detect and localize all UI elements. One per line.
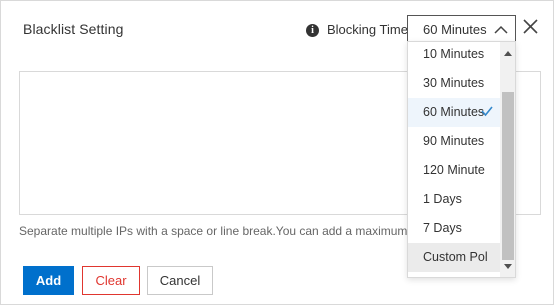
scrollbar-thumb[interactable] — [502, 92, 514, 260]
option-10-minutes[interactable]: 10 Minutes — [408, 42, 501, 69]
scroll-down-arrow-icon[interactable] — [504, 264, 512, 270]
info-icon: i — [306, 24, 319, 37]
select-value: 60 Minutes — [423, 22, 487, 37]
close-button[interactable] — [519, 15, 543, 39]
close-icon — [523, 19, 538, 34]
blacklist-setting-dialog: Blacklist Setting i Blocking Time 60 Min… — [0, 0, 554, 305]
ip-hint-text: Separate multiple IPs with a space or li… — [19, 224, 409, 238]
check-icon — [481, 106, 493, 117]
add-button[interactable]: Add — [23, 266, 74, 295]
blocking-time-select[interactable]: 60 Minutes — [407, 15, 516, 43]
cancel-button[interactable]: Cancel — [147, 266, 213, 295]
option-90-minutes[interactable]: 90 Minutes — [408, 127, 501, 156]
blocking-time-dropdown: 10 Minutes 30 Minutes 60 Minutes 90 Minu… — [407, 41, 516, 278]
option-1-days[interactable]: 1 Days — [408, 185, 501, 214]
option-custom-policy[interactable]: Custom Pol — [408, 243, 501, 272]
dropdown-scrollbar[interactable] — [500, 42, 515, 277]
option-7-days[interactable]: 7 Days — [408, 214, 501, 243]
option-30-minutes[interactable]: 30 Minutes — [408, 69, 501, 98]
option-60-minutes[interactable]: 60 Minutes — [408, 98, 501, 127]
chevron-up-icon — [494, 25, 508, 34]
option-60-minutes-label: 60 Minutes — [423, 105, 485, 119]
scroll-up-arrow-icon[interactable] — [504, 50, 512, 56]
dialog-title: Blacklist Setting — [23, 21, 124, 37]
option-120-minute[interactable]: 120 Minute — [408, 156, 501, 185]
clear-button[interactable]: Clear — [82, 266, 140, 295]
blocking-time-label: Blocking Time — [327, 22, 408, 37]
